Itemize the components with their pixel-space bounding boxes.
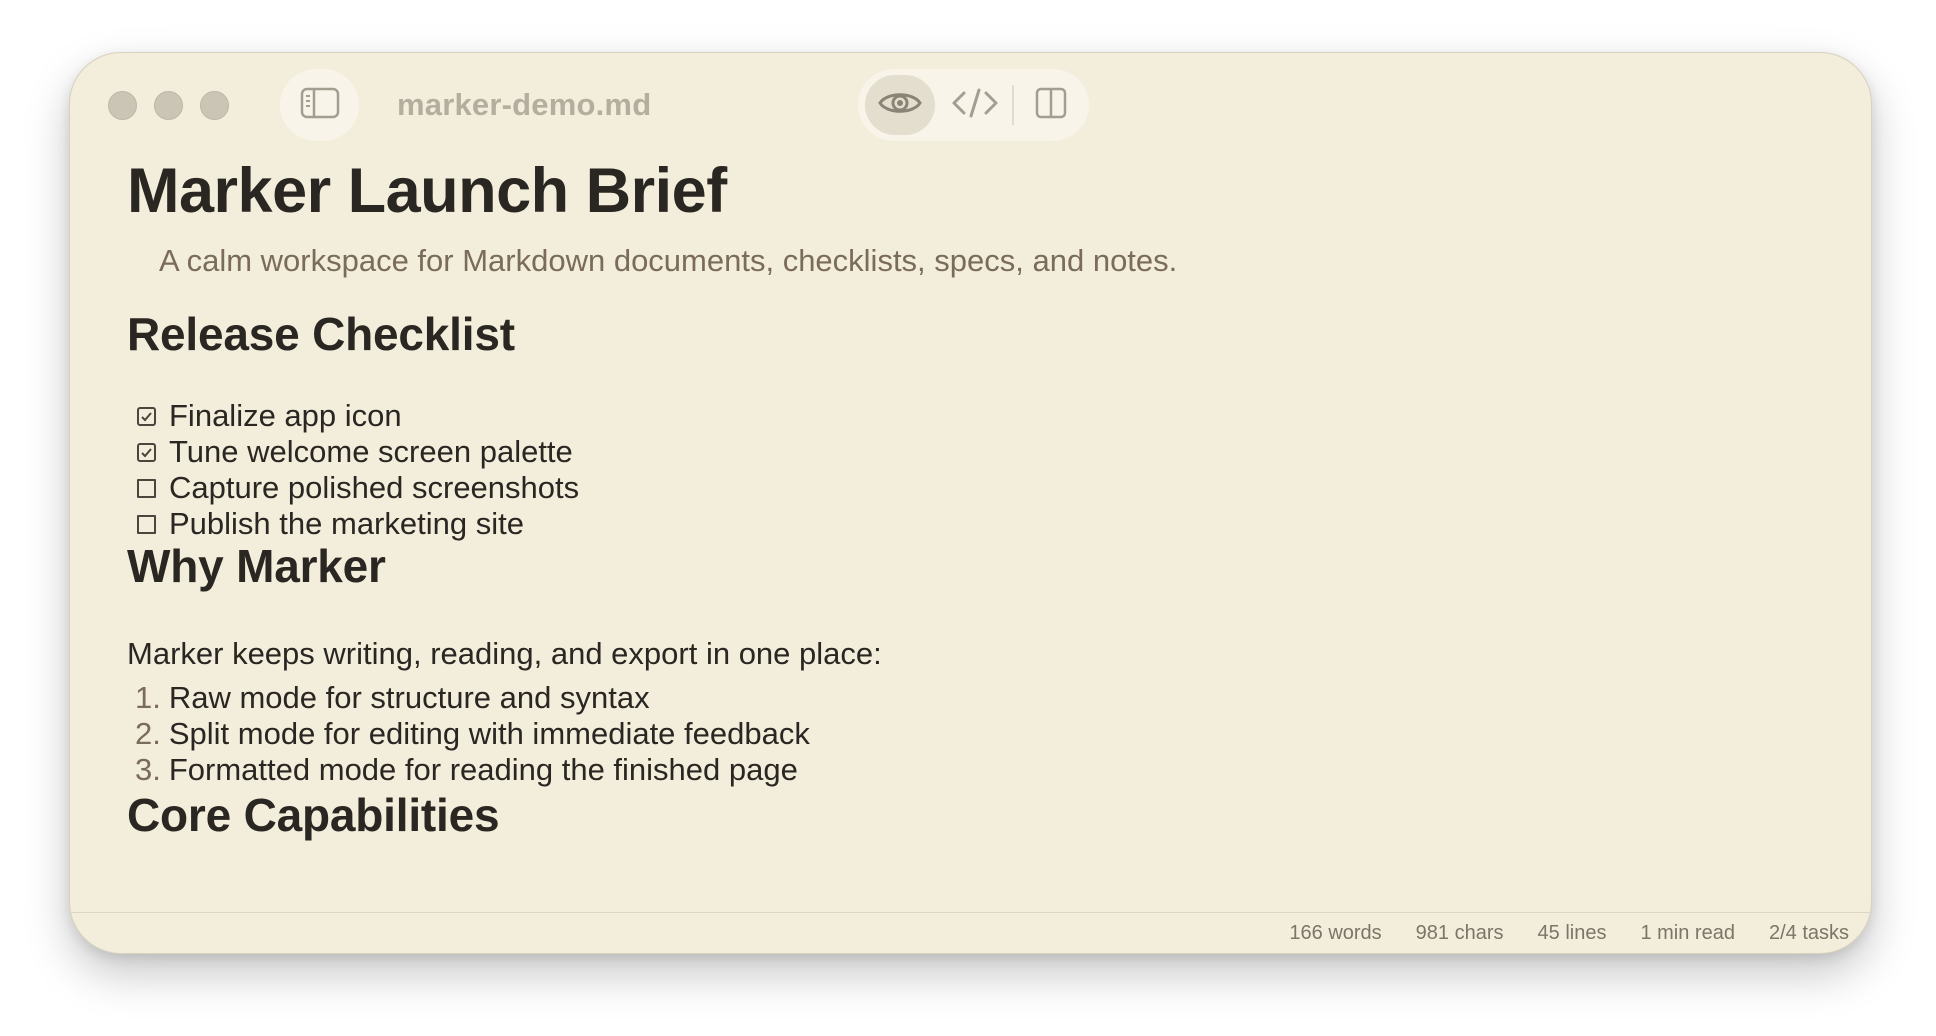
list-item: 3. Formatted mode for reading the finishe… xyxy=(135,752,798,788)
mode-separator xyxy=(1012,85,1014,125)
list-number: 2. xyxy=(135,716,161,751)
task-count: 2/4 tasks xyxy=(1768,921,1849,944)
task-label: Capture polished screenshots xyxy=(169,470,580,505)
list-number: 3. xyxy=(135,752,161,787)
zoom-window-button[interactable] xyxy=(200,91,229,120)
preview-mode-button[interactable] xyxy=(865,75,935,135)
read-time: 1 min read xyxy=(1640,921,1735,944)
document-filename: marker-demo.md xyxy=(397,87,652,122)
view-mode-switcher xyxy=(858,69,1089,141)
list-text: Formatted mode for reading the finished … xyxy=(168,752,798,787)
task-label: Publish the marketing site xyxy=(169,506,524,541)
app-window: marker-demo.md Marker Launch Brief A cal… xyxy=(69,52,1872,954)
window-controls xyxy=(108,91,229,120)
heading-why-marker: Why Marker xyxy=(127,540,386,592)
status-bar: 166 words 981 chars 45 lines 1 min read … xyxy=(70,912,1871,953)
task-item: Publish the marketing site xyxy=(137,506,524,542)
word-count: 166 words xyxy=(1289,921,1382,944)
task-label: Tune welcome screen palette xyxy=(169,434,573,469)
minimize-window-button[interactable] xyxy=(154,91,183,120)
checkbox-checked[interactable] xyxy=(137,442,156,462)
char-count: 981 chars xyxy=(1415,921,1504,944)
document-title: Marker Launch Brief xyxy=(127,156,727,226)
line-count: 45 lines xyxy=(1537,921,1607,944)
heading-release-checklist: Release Checklist xyxy=(127,308,515,360)
raw-mode-button[interactable] xyxy=(944,75,1006,135)
list-number: 1. xyxy=(135,680,161,715)
checkbox-checked[interactable] xyxy=(137,406,156,426)
list-text: Raw mode for structure and syntax xyxy=(168,680,650,715)
document-subtitle: A calm workspace for Markdown documents,… xyxy=(159,243,1178,278)
list-item: 1. Raw mode for structure and syntax xyxy=(135,680,650,716)
task-item: Tune welcome screen palette xyxy=(137,434,573,470)
close-window-button[interactable] xyxy=(108,91,137,120)
task-item: Finalize app icon xyxy=(137,398,402,434)
why-marker-paragraph: Marker keeps writing, reading, and expor… xyxy=(127,636,882,671)
checkbox-unchecked[interactable] xyxy=(137,514,156,534)
eye-icon xyxy=(877,88,923,123)
code-icon xyxy=(951,87,999,124)
list-item: 2. Split mode for editing with immediate … xyxy=(135,716,810,752)
split-view-icon xyxy=(1035,87,1067,124)
task-label: Finalize app icon xyxy=(169,398,402,433)
list-text: Split mode for editing with immediate fe… xyxy=(168,716,810,751)
task-item: Capture polished screenshots xyxy=(137,470,579,506)
checkbox-unchecked[interactable] xyxy=(137,478,156,498)
heading-core-capabilities: Core Capabilities xyxy=(127,789,500,841)
split-mode-button[interactable] xyxy=(1020,75,1082,135)
toggle-sidebar-button[interactable] xyxy=(280,69,359,141)
sidebar-icon xyxy=(300,87,340,124)
